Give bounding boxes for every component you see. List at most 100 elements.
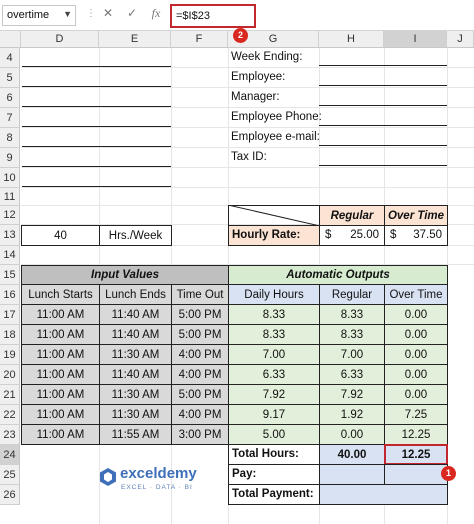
employee-phone-label: Employee Phone:: [231, 111, 322, 123]
enter-icon[interactable]: ✓: [124, 6, 140, 20]
overtime-hours-cell[interactable]: 0.00: [384, 304, 448, 325]
time-out-cell[interactable]: 4:00 PM: [171, 404, 229, 425]
row-header-12[interactable]: 12: [0, 206, 20, 225]
lunch-ends-cell[interactable]: 11:30 AM: [99, 344, 172, 365]
lunch-starts-cell[interactable]: 11:00 AM: [21, 404, 100, 425]
regular-total-cell[interactable]: 40.00: [319, 444, 385, 465]
row-header-24[interactable]: 24: [0, 445, 20, 465]
daily-hours-cell[interactable]: 5.00: [228, 424, 320, 445]
column-header-f[interactable]: F: [171, 31, 228, 48]
regular-hours-cell[interactable]: 0.00: [319, 424, 385, 445]
overtime-hours-cell[interactable]: 12.25: [384, 424, 448, 445]
row-header-26[interactable]: 26: [0, 485, 20, 505]
lunch-starts-cell[interactable]: 11:00 AM: [21, 344, 100, 365]
select-all-corner[interactable]: [0, 31, 21, 48]
column-header-j[interactable]: J: [447, 31, 474, 48]
lunch-ends-cell[interactable]: 11:55 AM: [99, 424, 172, 445]
row-header-20[interactable]: 20: [0, 365, 20, 385]
row-header-4[interactable]: 4: [0, 48, 20, 68]
row-header-7[interactable]: 7: [0, 108, 20, 128]
time-out-cell[interactable]: 5:00 PM: [171, 384, 229, 405]
lunch-starts-cell[interactable]: 11:00 AM: [21, 324, 100, 345]
overtime-rate-cell[interactable]: $ 37.50: [384, 225, 448, 246]
employee-phone-field[interactable]: [319, 125, 447, 126]
daily-hours-cell[interactable]: 7.92: [228, 384, 320, 405]
formula-input[interactable]: =$I$23: [170, 4, 256, 28]
cancel-icon[interactable]: ✕: [100, 6, 116, 20]
daily-hours-cell[interactable]: 8.33: [228, 304, 320, 325]
row-header-15[interactable]: 15: [0, 265, 20, 285]
column-header-d[interactable]: D: [21, 31, 99, 48]
lunch-starts-cell[interactable]: 11:00 AM: [21, 364, 100, 385]
chevron-down-icon[interactable]: ▼: [63, 9, 72, 19]
name-box[interactable]: overtime ▼: [2, 5, 76, 26]
row-header-23[interactable]: 23: [0, 425, 20, 445]
drag-handle-icon[interactable]: ⋮: [86, 8, 97, 19]
daily-hours-cell[interactable]: 6.33: [228, 364, 320, 385]
overtime-hours-cell[interactable]: 0.00: [384, 384, 448, 405]
lunch-ends-cell[interactable]: 11:40 AM: [99, 304, 172, 325]
lunch-ends-cell[interactable]: 11:30 AM: [99, 384, 172, 405]
row-header-22[interactable]: 22: [0, 405, 20, 425]
column-header-e[interactable]: E: [99, 31, 171, 48]
row-header-16[interactable]: 16: [0, 285, 20, 305]
lunch-ends-cell[interactable]: 11:40 AM: [99, 324, 172, 345]
regular-hours-cell[interactable]: 1.92: [319, 404, 385, 425]
row-header-6[interactable]: 6: [0, 88, 20, 108]
threshold-hours-cell[interactable]: 40: [21, 225, 100, 246]
threshold-unit-cell[interactable]: Hrs./Week: [99, 225, 172, 246]
row-header-13[interactable]: 13: [0, 225, 20, 246]
regular-hours-cell[interactable]: 6.33: [319, 364, 385, 385]
time-out-cell[interactable]: 4:00 PM: [171, 344, 229, 365]
overtime-hours-cell[interactable]: 0.00: [384, 344, 448, 365]
row-header-21[interactable]: 21: [0, 385, 20, 405]
row-header-9[interactable]: 9: [0, 148, 20, 168]
row-header-25[interactable]: 25: [0, 465, 20, 485]
total-payment-cell[interactable]: [319, 484, 448, 505]
column-header-i[interactable]: I: [384, 31, 447, 48]
tax-id-field[interactable]: [319, 165, 447, 166]
daily-hours-cell[interactable]: 7.00: [228, 344, 320, 365]
regular-pay-cell[interactable]: [319, 464, 385, 485]
employee-field[interactable]: [319, 85, 447, 86]
row-header-17[interactable]: 17: [0, 305, 20, 325]
row-header-19[interactable]: 19: [0, 345, 20, 365]
overtime-hours-cell[interactable]: 7.25: [384, 404, 448, 425]
time-out-cell[interactable]: 4:00 PM: [171, 364, 229, 385]
daily-hours-cell[interactable]: 8.33: [228, 324, 320, 345]
row-header-10[interactable]: 10: [0, 168, 20, 188]
time-out-cell[interactable]: 5:00 PM: [171, 324, 229, 345]
regular-hours-cell[interactable]: 7.92: [319, 384, 385, 405]
daily-hours-cell[interactable]: 9.17: [228, 404, 320, 425]
row-header-8[interactable]: 8: [0, 128, 20, 148]
lunch-starts-cell[interactable]: 11:00 AM: [21, 424, 100, 445]
lunch-starts-cell[interactable]: 11:00 AM: [21, 384, 100, 405]
table-row: 11:00 AM 11:40 AM 5:00 PM 8.33 8.33 0.00: [21, 304, 448, 325]
insert-function-icon[interactable]: fx: [148, 6, 164, 21]
lunch-starts-cell[interactable]: 11:00 AM: [21, 304, 100, 325]
overtime-hours-cell[interactable]: 0.00: [384, 324, 448, 345]
regular-hours-cell[interactable]: 8.33: [319, 304, 385, 325]
time-out-cell[interactable]: 5:00 PM: [171, 304, 229, 325]
regular-hours-cell[interactable]: 7.00: [319, 344, 385, 365]
time-out-cell[interactable]: 3:00 PM: [171, 424, 229, 445]
column-header-h[interactable]: H: [319, 31, 384, 48]
row-header-5[interactable]: 5: [0, 68, 20, 88]
row-header-18[interactable]: 18: [0, 325, 20, 345]
currency-symbol: $: [390, 229, 397, 241]
lunch-ends-cell[interactable]: 11:40 AM: [99, 364, 172, 385]
overtime-hours-cell[interactable]: 0.00: [384, 364, 448, 385]
gridline: [21, 87, 474, 88]
regular-rate-cell[interactable]: $ 25.00: [319, 225, 385, 246]
lunch-ends-cell[interactable]: 11:30 AM: [99, 404, 172, 425]
week-ending-field[interactable]: [319, 65, 447, 66]
regular-hours-cell[interactable]: 8.33: [319, 324, 385, 345]
row-header-11[interactable]: 11: [0, 188, 20, 206]
overtime-total-cell[interactable]: 12.25: [384, 444, 448, 465]
overtime-pay-cell[interactable]: [384, 464, 448, 485]
diagonal-header-cell: [228, 205, 320, 226]
row-header-14[interactable]: 14: [0, 246, 20, 265]
entry-line: [22, 146, 171, 147]
manager-field[interactable]: [319, 105, 447, 106]
employee-email-field[interactable]: [319, 145, 447, 146]
